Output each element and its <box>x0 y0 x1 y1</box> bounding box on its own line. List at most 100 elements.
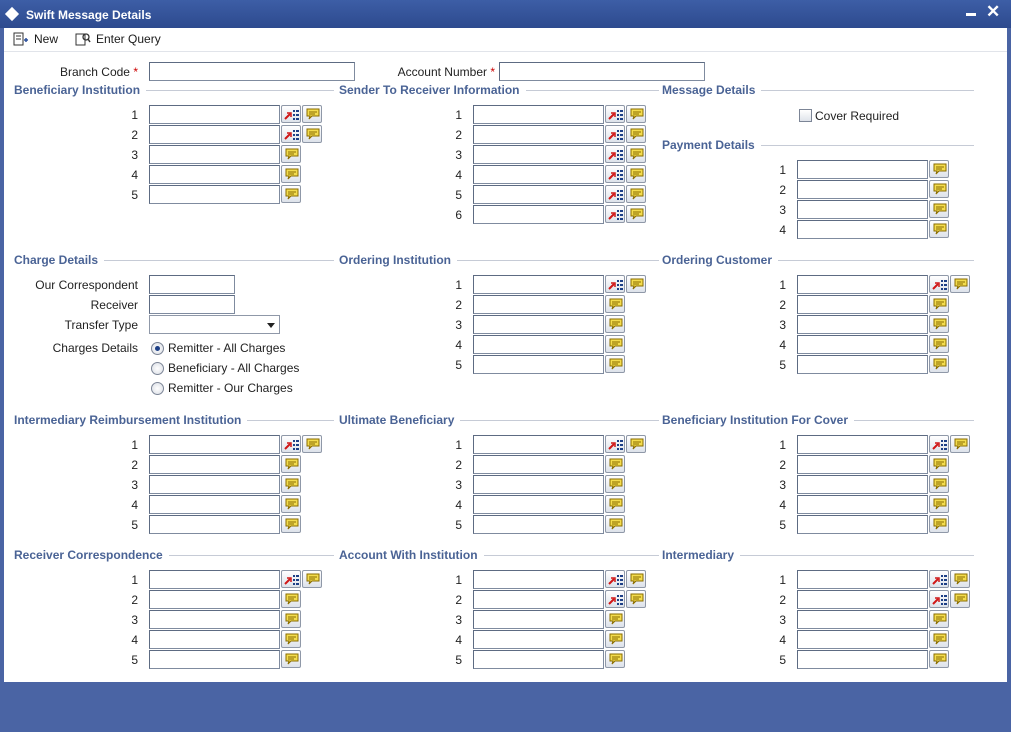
speech-bubble-icon[interactable] <box>950 435 970 453</box>
speech-bubble-icon[interactable] <box>626 185 646 203</box>
speech-bubble-icon[interactable] <box>605 630 625 648</box>
ultimate-beneficiary-line-3-input[interactable] <box>473 475 604 494</box>
speech-bubble-icon[interactable] <box>281 590 301 608</box>
account-with-institution-line-2-input[interactable] <box>473 590 604 609</box>
sender-to-receiver-line-1-input[interactable] <box>473 105 604 124</box>
account-with-institution-line-1-input[interactable] <box>473 570 604 589</box>
receiver-correspondence-line-4-input[interactable] <box>149 630 280 649</box>
sender-to-receiver-line-4-input[interactable] <box>473 165 604 184</box>
ordering-customer-line-1-input[interactable] <box>797 275 928 294</box>
ordering-customer-line-5-input[interactable] <box>797 355 928 374</box>
speech-bubble-icon[interactable] <box>281 630 301 648</box>
speech-bubble-icon[interactable] <box>929 455 949 473</box>
speech-bubble-icon[interactable] <box>605 295 625 313</box>
speech-bubble-icon[interactable] <box>281 145 301 163</box>
speech-bubble-icon[interactable] <box>605 515 625 533</box>
intermediary-reimbursement-line-5-input[interactable] <box>149 515 280 534</box>
intermediary-line-4-input[interactable] <box>797 630 928 649</box>
speech-bubble-icon[interactable] <box>626 145 646 163</box>
speech-bubble-icon[interactable] <box>605 650 625 668</box>
intermediary-line-2-input[interactable] <box>797 590 928 609</box>
speech-bubble-icon[interactable] <box>302 570 322 588</box>
beneficiary-institution-cover-line-4-input[interactable] <box>797 495 928 514</box>
speech-bubble-icon[interactable] <box>950 570 970 588</box>
speech-bubble-icon[interactable] <box>281 650 301 668</box>
list-lookup-icon[interactable] <box>281 435 301 453</box>
intermediary-line-1-input[interactable] <box>797 570 928 589</box>
speech-bubble-icon[interactable] <box>626 275 646 293</box>
payment-details-line-4-input[interactable] <box>797 220 928 239</box>
sender-to-receiver-line-6-input[interactable] <box>473 205 604 224</box>
speech-bubble-icon[interactable] <box>929 515 949 533</box>
speech-bubble-icon[interactable] <box>605 315 625 333</box>
speech-bubble-icon[interactable] <box>605 610 625 628</box>
speech-bubble-icon[interactable] <box>281 610 301 628</box>
receiver-correspondence-line-2-input[interactable] <box>149 590 280 609</box>
speech-bubble-icon[interactable] <box>929 335 949 353</box>
receiver-input[interactable] <box>149 295 235 314</box>
speech-bubble-icon[interactable] <box>626 105 646 123</box>
speech-bubble-icon[interactable] <box>605 475 625 493</box>
speech-bubble-icon[interactable] <box>281 515 301 533</box>
ultimate-beneficiary-line-4-input[interactable] <box>473 495 604 514</box>
intermediary-line-3-input[interactable] <box>797 610 928 629</box>
intermediary-reimbursement-line-1-input[interactable] <box>149 435 280 454</box>
speech-bubble-icon[interactable] <box>302 125 322 143</box>
receiver-correspondence-line-3-input[interactable] <box>149 610 280 629</box>
beneficiary-institution-line-4-input[interactable] <box>149 165 280 184</box>
speech-bubble-icon[interactable] <box>929 315 949 333</box>
speech-bubble-icon[interactable] <box>929 295 949 313</box>
list-lookup-icon[interactable] <box>929 590 949 608</box>
speech-bubble-icon[interactable] <box>302 105 322 123</box>
speech-bubble-icon[interactable] <box>605 495 625 513</box>
minimize-button[interactable] <box>966 13 976 16</box>
beneficiary-institution-cover-line-5-input[interactable] <box>797 515 928 534</box>
list-lookup-icon[interactable] <box>605 205 625 223</box>
receiver-correspondence-line-1-input[interactable] <box>149 570 280 589</box>
new-button[interactable]: New <box>13 29 58 49</box>
account-with-institution-line-5-input[interactable] <box>473 650 604 669</box>
close-button[interactable]: ✕ <box>986 2 1000 22</box>
speech-bubble-icon[interactable] <box>929 650 949 668</box>
beneficiary-institution-cover-line-1-input[interactable] <box>797 435 928 454</box>
speech-bubble-icon[interactable] <box>626 205 646 223</box>
list-lookup-icon[interactable] <box>281 570 301 588</box>
ordering-institution-line-2-input[interactable] <box>473 295 604 314</box>
speech-bubble-icon[interactable] <box>605 335 625 353</box>
account-with-institution-line-4-input[interactable] <box>473 630 604 649</box>
transfer-type-select[interactable] <box>149 315 280 334</box>
ultimate-beneficiary-line-5-input[interactable] <box>473 515 604 534</box>
speech-bubble-icon[interactable] <box>929 475 949 493</box>
intermediary-reimbursement-line-3-input[interactable] <box>149 475 280 494</box>
speech-bubble-icon[interactable] <box>929 630 949 648</box>
speech-bubble-icon[interactable] <box>950 590 970 608</box>
payment-details-line-1-input[interactable] <box>797 160 928 179</box>
list-lookup-icon[interactable] <box>929 435 949 453</box>
list-lookup-icon[interactable] <box>281 125 301 143</box>
our-correspondent-input[interactable] <box>149 275 235 294</box>
ordering-institution-line-3-input[interactable] <box>473 315 604 334</box>
list-lookup-icon[interactable] <box>281 105 301 123</box>
speech-bubble-icon[interactable] <box>929 610 949 628</box>
ultimate-beneficiary-line-2-input[interactable] <box>473 455 604 474</box>
speech-bubble-icon[interactable] <box>929 220 949 238</box>
radio-remitter-our[interactable] <box>151 382 164 395</box>
speech-bubble-icon[interactable] <box>626 570 646 588</box>
list-lookup-icon[interactable] <box>605 275 625 293</box>
speech-bubble-icon[interactable] <box>626 435 646 453</box>
list-lookup-icon[interactable] <box>929 570 949 588</box>
beneficiary-institution-line-5-input[interactable] <box>149 185 280 204</box>
speech-bubble-icon[interactable] <box>929 495 949 513</box>
speech-bubble-icon[interactable] <box>626 165 646 183</box>
speech-bubble-icon[interactable] <box>605 355 625 373</box>
list-lookup-icon[interactable] <box>605 105 625 123</box>
enter-query-button[interactable]: Enter Query <box>75 29 161 49</box>
ultimate-beneficiary-line-1-input[interactable] <box>473 435 604 454</box>
ordering-institution-line-5-input[interactable] <box>473 355 604 374</box>
beneficiary-institution-cover-line-3-input[interactable] <box>797 475 928 494</box>
speech-bubble-icon[interactable] <box>929 200 949 218</box>
speech-bubble-icon[interactable] <box>950 275 970 293</box>
speech-bubble-icon[interactable] <box>929 355 949 373</box>
list-lookup-icon[interactable] <box>605 185 625 203</box>
speech-bubble-icon[interactable] <box>281 165 301 183</box>
